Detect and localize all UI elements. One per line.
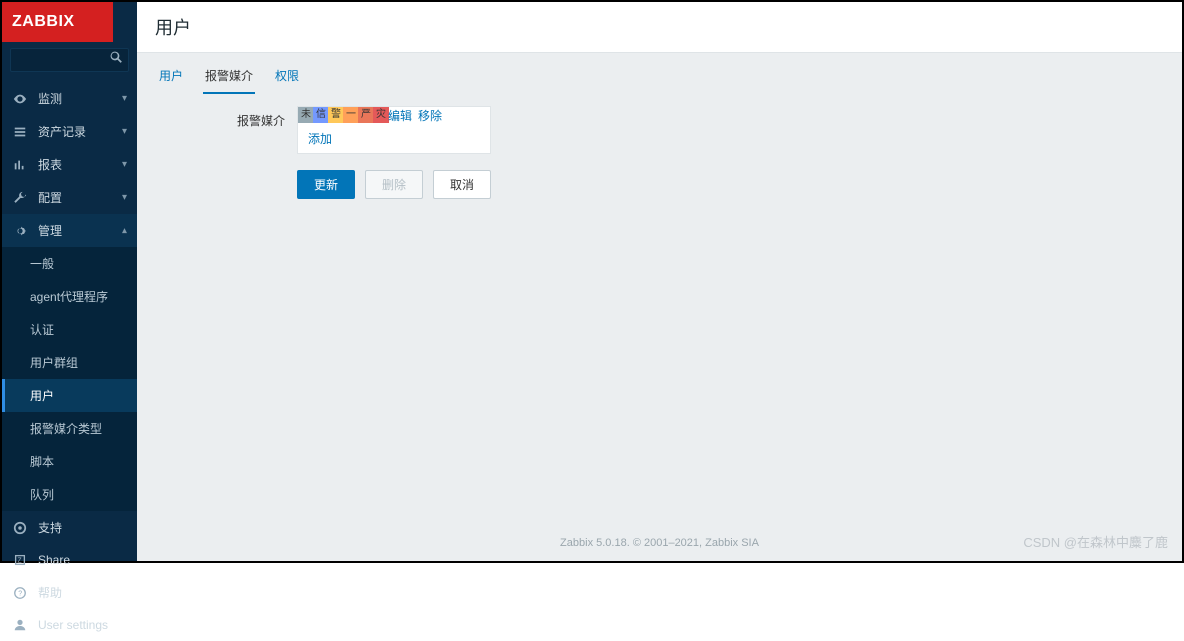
subnav-scripts[interactable]: 脚本 [2, 445, 137, 478]
nav-main: 监测 ▾ 资产记录 ▾ 报表 ▾ 配置 ▾ 管理 ▾ [2, 82, 137, 247]
footer-text: Zabbix 5.0.18. © 2001–2021, Zabbix SIA [137, 529, 1182, 561]
help-icon: ? [12, 585, 28, 601]
severity-average: 一 [343, 107, 359, 123]
nav-inventory[interactable]: 资产记录 ▾ [2, 115, 137, 148]
subnav-queue[interactable]: 队列 [2, 478, 137, 511]
nav-user-settings[interactable]: User settings [2, 609, 137, 641]
tab-media[interactable]: 报警媒介 [203, 63, 255, 94]
nav-monitoring[interactable]: 监测 ▾ [2, 82, 137, 115]
chevron-down-icon: ▾ [122, 192, 127, 203]
severity-not-classified: 未 [298, 107, 314, 123]
chevron-down-icon: ▾ [122, 126, 127, 137]
severity-warning: 警 [328, 107, 344, 123]
table-row: 未信警一严灾 编辑移除 [298, 107, 490, 124]
tab-user[interactable]: 用户 [157, 63, 185, 94]
tabs: 用户 报警媒介 权限 [137, 53, 1182, 94]
share-icon: Z [12, 552, 28, 568]
severity-disaster: 灾 [373, 107, 389, 123]
user-icon [12, 617, 28, 633]
gear-icon [12, 223, 28, 239]
main: 用户 用户 报警媒介 权限 报警媒介 [137, 2, 1182, 561]
severity-high: 严 [358, 107, 374, 123]
update-button[interactable]: 更新 [297, 170, 355, 199]
nav-label: 报表 [38, 156, 62, 173]
nav-share[interactable]: Z Share [2, 544, 137, 576]
nav-label: 帮助 [38, 584, 62, 601]
subnav-user-groups[interactable]: 用户群组 [2, 346, 137, 379]
add-media-link[interactable]: 添加 [298, 124, 490, 153]
nav-reports[interactable]: 报表 ▾ [2, 148, 137, 181]
media-table: 未信警一严灾 编辑移除 添加 [297, 106, 491, 154]
chevron-up-icon: ▾ [122, 225, 127, 236]
tab-permissions[interactable]: 权限 [273, 63, 301, 94]
chevron-down-icon: ▾ [122, 93, 127, 104]
subnav-authentication[interactable]: 认证 [2, 313, 137, 346]
nav-label: 支持 [38, 519, 62, 536]
nav-administration[interactable]: 管理 ▾ [2, 214, 137, 247]
remove-link[interactable]: 移除 [418, 107, 442, 124]
chevron-down-icon: ▾ [122, 159, 127, 170]
severity-information: 信 [313, 107, 329, 123]
brand-logo: ZABBIX [2, 2, 113, 42]
subnav-users[interactable]: 用户 [2, 379, 137, 412]
subnav-general[interactable]: 一般 [2, 247, 137, 280]
delete-button: 删除 [365, 170, 423, 199]
edit-link[interactable]: 编辑 [388, 107, 412, 124]
nav-configuration[interactable]: 配置 ▾ [2, 181, 137, 214]
logo-row: ZABBIX [2, 2, 137, 42]
nav-label: 资产记录 [38, 123, 86, 140]
nav-help[interactable]: ? 帮助 [2, 576, 137, 609]
nav-label: 配置 [38, 189, 62, 206]
nav-label: 管理 [38, 222, 62, 239]
chart-icon [12, 157, 28, 173]
nav-admin-sub: 一般 agent代理程序 认证 用户群组 用户 报警媒介类型 脚本 队列 [2, 247, 137, 511]
nav-label: 监测 [38, 90, 62, 107]
nav-label: Share [38, 553, 70, 567]
page-title: 用户 [137, 2, 1182, 53]
list-icon [12, 124, 28, 140]
nav-label: User settings [38, 618, 108, 632]
subnav-media-types[interactable]: 报警媒介类型 [2, 412, 137, 445]
svg-text:Z: Z [17, 558, 22, 565]
support-icon [12, 520, 28, 536]
nav-support[interactable]: 支持 [2, 511, 137, 544]
wrench-icon [12, 190, 28, 206]
cancel-button[interactable]: 取消 [433, 170, 491, 199]
nav-bottom: 支持 Z Share ? 帮助 User settings [2, 511, 137, 641]
eye-icon [12, 91, 28, 107]
sidebar: ZABBIX 监测 ▾ 资产记 [2, 2, 137, 561]
media-field-label: 报警媒介 [157, 106, 297, 129]
svg-text:?: ? [18, 590, 22, 597]
subnav-proxies[interactable]: agent代理程序 [2, 280, 137, 313]
